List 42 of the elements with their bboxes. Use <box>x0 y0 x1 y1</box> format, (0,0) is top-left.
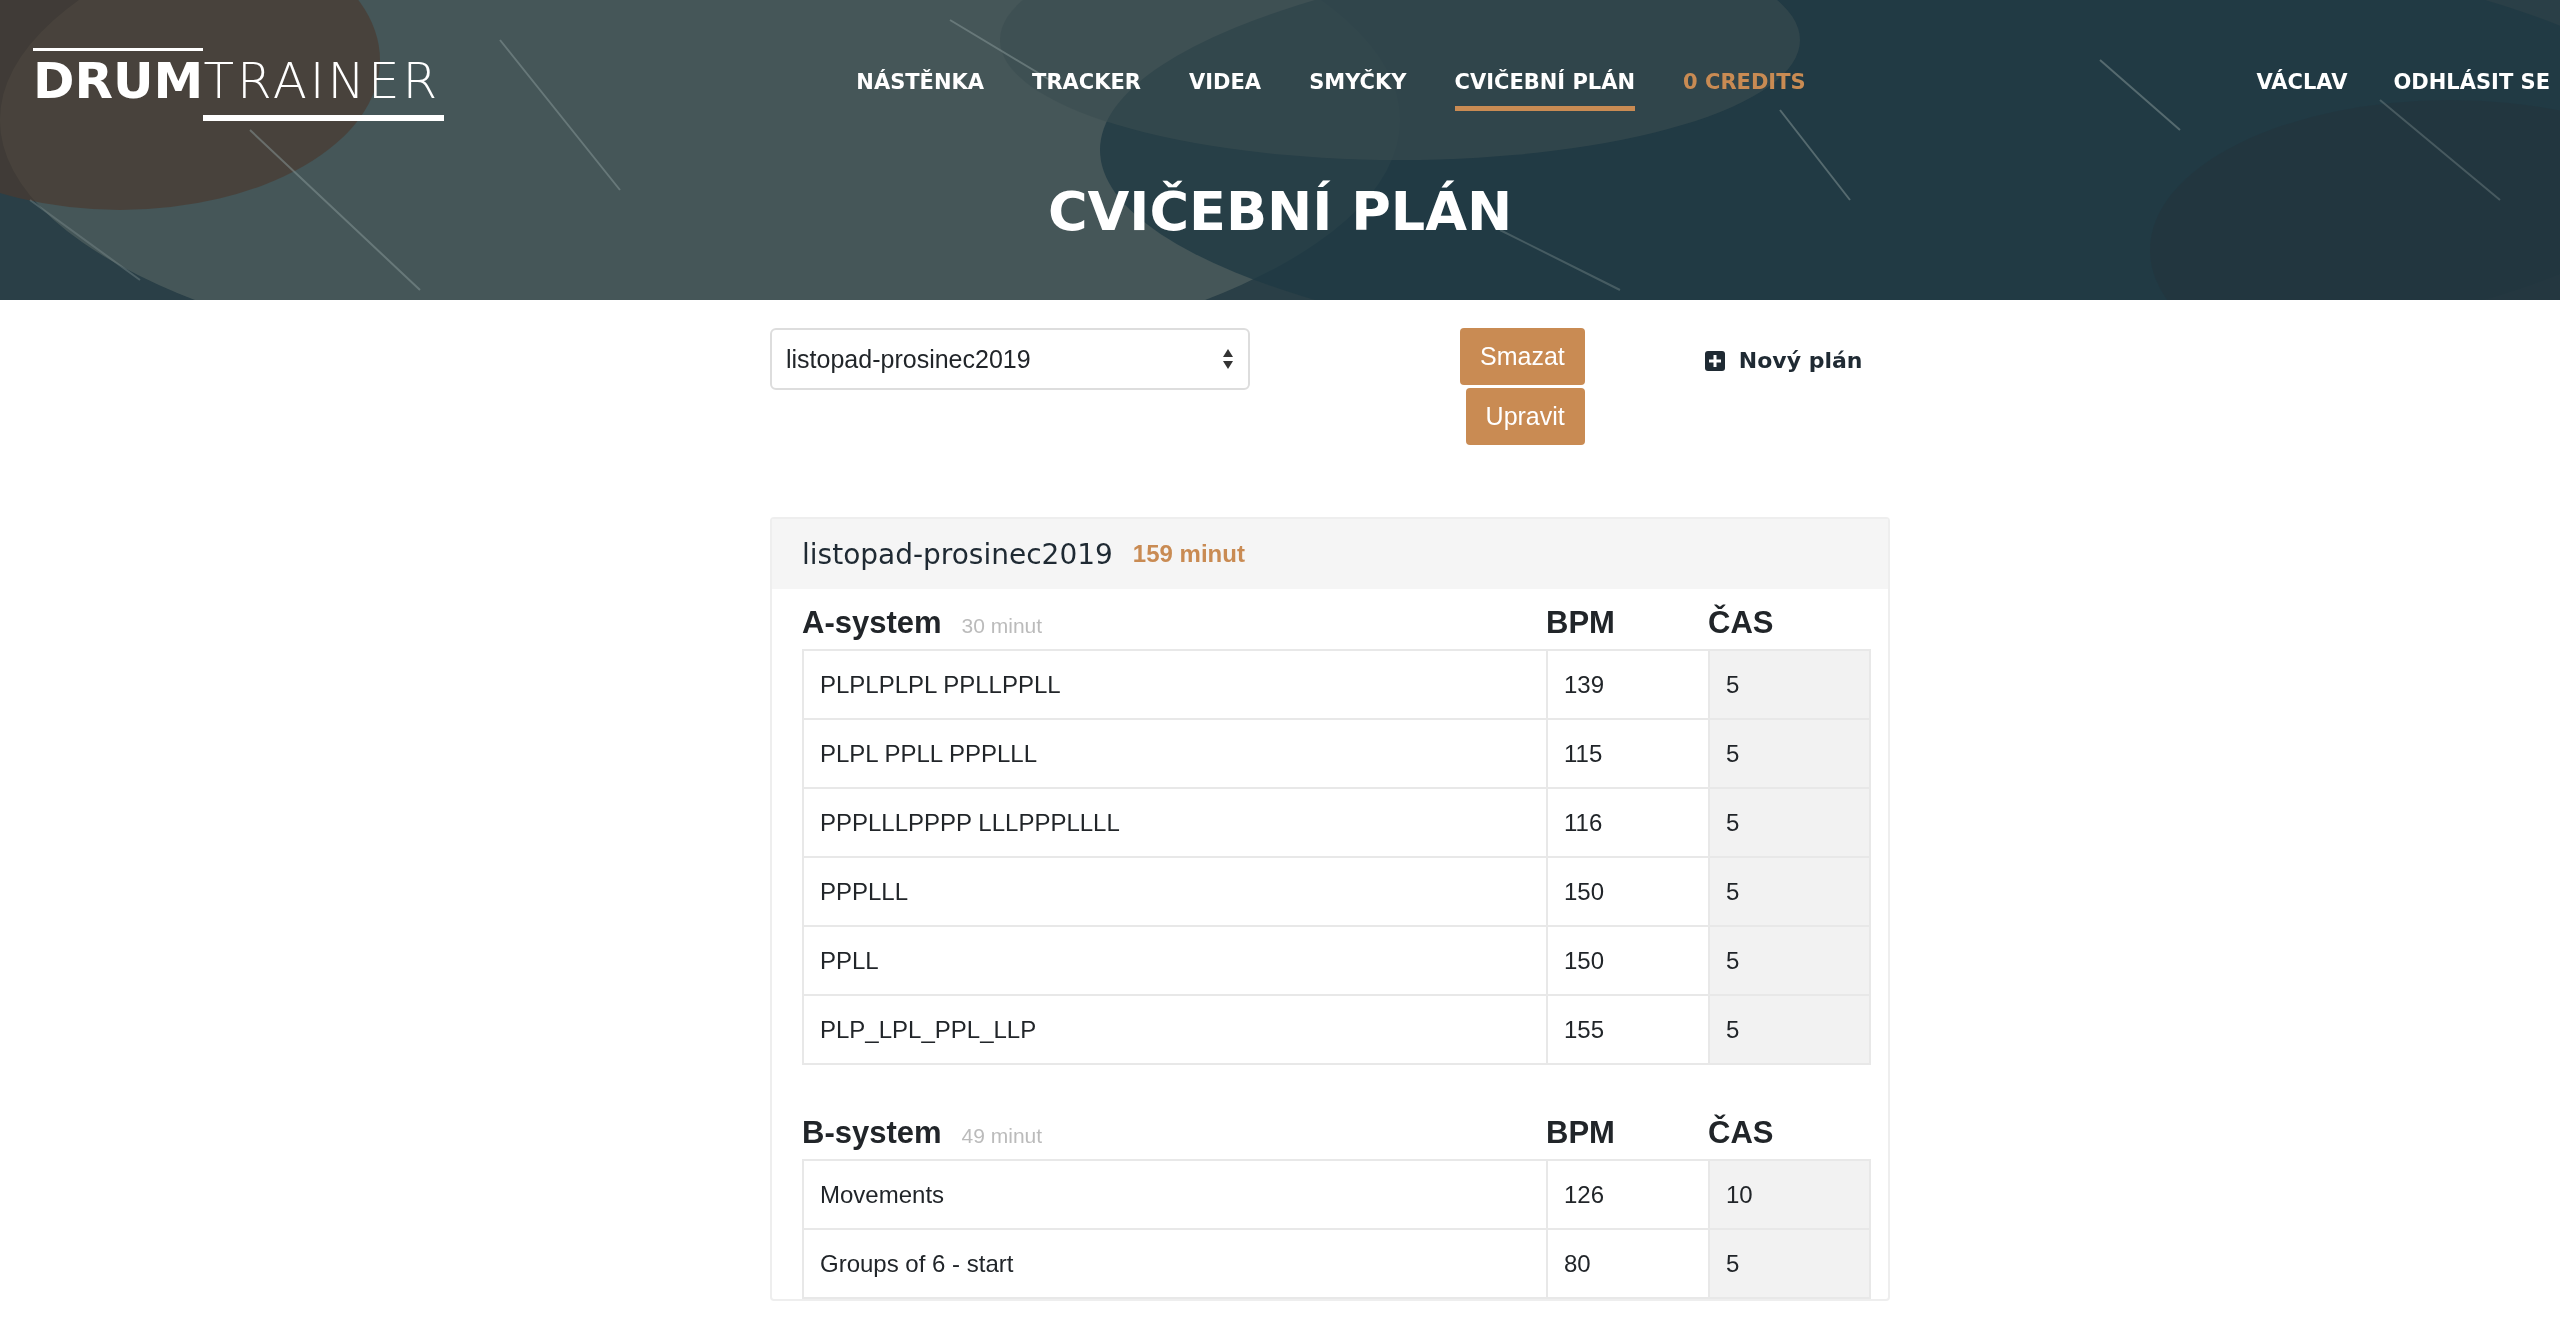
nav-link[interactable]: CVIČEBNÍ PLÁN <box>1454 70 1636 111</box>
table-cell: 5 <box>1709 926 1870 995</box>
table-cell: PLPL PPLL PPPLLL <box>803 719 1547 788</box>
table-cell: PPPLLLPPPP LLLPPPLLLL <box>803 788 1547 857</box>
nav-link[interactable]: ODHLÁSIT SE <box>2393 70 2550 111</box>
section-title: B-system <box>802 1115 942 1151</box>
section-duration: 49 minut <box>961 1124 1043 1148</box>
table-cell: PPPLLL <box>803 857 1547 926</box>
table-cell: 5 <box>1709 719 1870 788</box>
table-cell: 5 <box>1709 995 1870 1064</box>
nav-link[interactable]: TRACKER <box>1032 70 1141 111</box>
nav-link[interactable]: NÁSTĚNKA <box>856 70 985 111</box>
column-header: BPM <box>1546 605 1615 640</box>
column-header: ČAS <box>1708 1115 1774 1150</box>
sort-arrows-icon <box>1222 348 1234 370</box>
table-cell: 5 <box>1709 650 1870 719</box>
table-cell: 10 <box>1709 1160 1870 1229</box>
table-cell: Movements <box>803 1160 1547 1229</box>
plan-select[interactable]: listopad-prosinec2019 <box>770 328 1250 390</box>
table-cell: 5 <box>1709 1229 1870 1298</box>
table-cell: 139 <box>1547 650 1709 719</box>
page-title: CVIČEBNÍ PLÁN <box>1047 180 1513 243</box>
logo[interactable]: DRUMTRAINER <box>33 48 445 121</box>
plan-total: 159 minut <box>1132 540 1245 568</box>
table-cell: PPLL <box>803 926 1547 995</box>
nav-link[interactable]: VÁCLAV <box>2256 70 2348 111</box>
table-cell: 126 <box>1547 1160 1709 1229</box>
section-duration: 30 minut <box>961 614 1043 638</box>
table-cell: 5 <box>1709 788 1870 857</box>
nav-link[interactable]: 0 CREDITS <box>1683 70 1806 111</box>
nav-link[interactable]: VIDEA <box>1189 70 1262 111</box>
plus-icon <box>1704 350 1725 371</box>
new-plan-button[interactable]: Nový plán <box>1704 348 1863 373</box>
table-cell: PLP_LPL_PPL_LLP <box>803 995 1547 1064</box>
column-header: BPM <box>1546 1115 1615 1150</box>
section-title: A-system <box>802 605 942 641</box>
plan-name: listopad-prosinec2019 <box>802 537 1113 571</box>
nav-link[interactable]: SMYČKY <box>1309 70 1407 111</box>
table-cell: 5 <box>1709 857 1870 926</box>
column-header: ČAS <box>1708 605 1774 640</box>
table-cell: Groups of 6 - start <box>803 1229 1547 1298</box>
table-cell: PLPLPLPL PPLLPPLL <box>803 650 1547 719</box>
